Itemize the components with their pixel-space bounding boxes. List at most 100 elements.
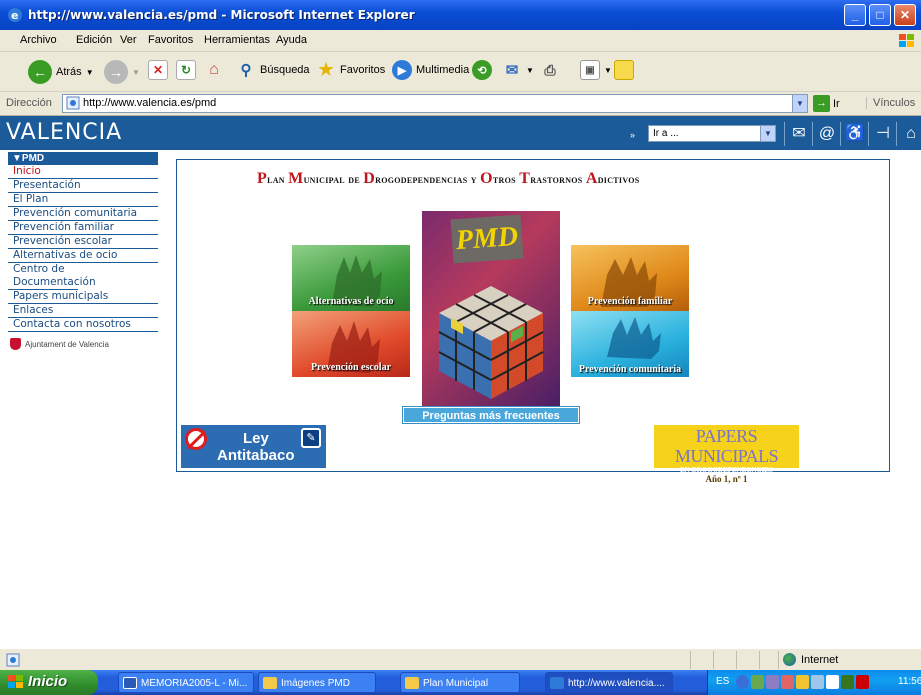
antitabaco-label: Antitabaco <box>217 447 295 464</box>
sidebar-item-prevencion-familiar[interactable]: Prevención familiar <box>8 221 158 235</box>
go-button[interactable]: → Ir <box>813 95 840 112</box>
tray-icons <box>736 675 869 689</box>
tray-app-icon[interactable] <box>781 675 794 689</box>
favorites-label: Favoritos <box>340 64 386 76</box>
task-label: Imágenes PMD <box>281 678 350 689</box>
search-button[interactable]: ⚲ Búsqueda <box>236 60 310 80</box>
multimedia-button[interactable]: ▶ Multimedia <box>392 60 469 80</box>
divider <box>736 651 737 669</box>
language-indicator[interactable]: ES <box>716 676 729 687</box>
forward-arrow-icon: → <box>104 60 128 84</box>
favorites-button[interactable]: ★ Favoritos <box>316 60 385 80</box>
menu-archivo[interactable]: Archivo <box>20 34 57 46</box>
history-icon[interactable]: ⟲ <box>472 60 492 80</box>
sidebar-item-papers-municipals[interactable]: Papers municipals <box>8 290 158 304</box>
sidebar-item-contacta[interactable]: Contacta con nosotros <box>8 318 158 332</box>
task-memoria[interactable]: MEMORIA2005-L - Mi... <box>118 672 254 693</box>
mail-icon[interactable]: ✉ <box>502 60 522 80</box>
chevron-down-icon[interactable]: ▼ <box>792 95 807 112</box>
divider <box>784 122 785 146</box>
sidebar-item-centro-documentacion[interactable]: Centro de Documentación <box>8 263 96 290</box>
faq-button[interactable]: Preguntas más frecuentes <box>402 406 580 424</box>
messenger-icon[interactable] <box>614 60 634 80</box>
refresh-icon[interactable]: ↻ <box>176 60 196 80</box>
title-cap: P <box>257 170 268 187</box>
print-icon[interactable]: ⎙ <box>540 60 560 80</box>
ayuntamiento-link[interactable]: Ajuntament de Valencia <box>8 338 158 350</box>
sidebar-item-alternativas-ocio[interactable]: Alternativas de ocio <box>8 249 158 263</box>
ie-icon: e <box>8 8 22 22</box>
chevron-down-icon: ▼ <box>526 65 534 75</box>
window-title: http://www.valencia.es/pmd - Microsoft I… <box>28 8 415 22</box>
address-bar: Dirección http://www.valencia.es/pmd ▼ →… <box>0 92 921 116</box>
close-button[interactable]: ✕ <box>894 4 916 26</box>
multimedia-icon: ▶ <box>392 60 412 80</box>
papers-title: PAPERS MUNICIPALS <box>674 426 779 466</box>
windows-logo-icon <box>899 34 914 47</box>
ayuntamiento-label: Ajuntament de Valencia <box>25 339 109 349</box>
papers-issue: Año 1, nº 1 <box>705 474 748 484</box>
sidebar-item-el-plan[interactable]: El Plan <box>8 193 158 207</box>
tray-app-icon[interactable] <box>811 675 824 689</box>
sitemap-icon[interactable]: ⊣ <box>872 123 894 145</box>
back-button[interactable]: ← Atrás ▼ <box>28 60 94 84</box>
tray-app-icon[interactable] <box>841 675 854 689</box>
sidebar-item-inicio[interactable]: Inicio <box>8 165 158 179</box>
start-button[interactable]: Inicio <box>0 670 98 695</box>
home-icon[interactable]: ⌂ <box>900 123 921 145</box>
sidebar-item-presentacion[interactable]: Presentación <box>8 179 158 193</box>
sidebar-item-prevencion-comunitaria[interactable]: Prevención comunitaria <box>8 207 158 221</box>
goto-select[interactable]: Ir a ... ▼ <box>648 125 776 142</box>
tile-alternativas-ocio[interactable]: Alternativas de ocio <box>292 245 410 311</box>
divider <box>840 122 841 146</box>
divider <box>812 122 813 146</box>
menu-ver[interactable]: Ver <box>120 34 137 46</box>
task-label: Plan Municipal <box>423 678 489 689</box>
sidebar-header[interactable]: ▼PMD <box>8 152 158 165</box>
address-input[interactable]: http://www.valencia.es/pmd ▼ <box>62 94 808 113</box>
arrow-icon[interactable] <box>736 675 749 689</box>
edit-icon[interactable]: ▣ <box>580 60 600 80</box>
ley-antitabaco-banner[interactable]: Ley Antitabaco ✎ <box>181 425 326 468</box>
menu-edicion[interactable]: Edición <box>76 34 112 46</box>
menu-herramientas[interactable]: Herramientas <box>204 34 270 46</box>
links-button[interactable]: Vínculos <box>866 97 915 109</box>
page-icon <box>66 96 80 110</box>
accessibility-icon[interactable]: ♿ <box>844 123 866 145</box>
tray-app-icon[interactable] <box>796 675 809 689</box>
minimize-button[interactable]: _ <box>844 4 866 26</box>
tray-app-icon[interactable] <box>766 675 779 689</box>
title-part: tros <box>492 172 520 186</box>
ie-icon <box>550 677 564 689</box>
papers-municipals-banner[interactable]: PAPERS MUNICIPALS EN DROGODEPENDENCIES A… <box>654 425 799 484</box>
at-icon[interactable]: @ <box>816 123 838 145</box>
sidebar-item-prevencion-escolar[interactable]: Prevención escolar <box>8 235 158 249</box>
folder-icon <box>263 677 277 689</box>
main-panel: Plan Municipal de Drogodependencias y Ot… <box>176 159 890 484</box>
divider <box>690 651 691 669</box>
status-bar: Internet <box>0 648 921 670</box>
home-icon[interactable]: ⌂ <box>204 60 224 80</box>
network-icon[interactable] <box>751 675 764 689</box>
svg-text:e: e <box>11 9 18 22</box>
forward-button[interactable]: → ▼ <box>104 60 140 84</box>
site-logo[interactable]: VALENCIA <box>6 120 122 145</box>
sidebar-item-enlaces[interactable]: Enlaces <box>8 304 158 318</box>
tile-prevencion-escolar[interactable]: Prevención escolar <box>292 311 410 377</box>
address-url: http://www.valencia.es/pmd <box>83 97 217 109</box>
task-ie-valencia[interactable]: http://www.valencia.... <box>545 672 673 693</box>
tray-app-icon[interactable] <box>856 675 869 689</box>
menu-ayuda[interactable]: Ayuda <box>276 34 307 46</box>
task-imagenes-pmd[interactable]: Imágenes PMD <box>258 672 376 693</box>
divider <box>896 122 897 146</box>
task-plan-municipal[interactable]: Plan Municipal <box>400 672 520 693</box>
task-label: http://www.valencia.... <box>568 678 665 689</box>
document-icon: ✎ <box>301 428 321 448</box>
tray-app-icon[interactable] <box>826 675 839 689</box>
menu-favoritos[interactable]: Favoritos <box>148 34 193 46</box>
stop-icon[interactable]: ✕ <box>148 60 168 80</box>
tile-prevencion-familiar[interactable]: Prevención familiar <box>571 245 689 311</box>
tile-prevencion-comunitaria[interactable]: Prevención comunitaria <box>571 311 689 377</box>
mail-icon[interactable]: ✉ <box>788 123 810 145</box>
maximize-button[interactable]: □ <box>869 4 891 26</box>
